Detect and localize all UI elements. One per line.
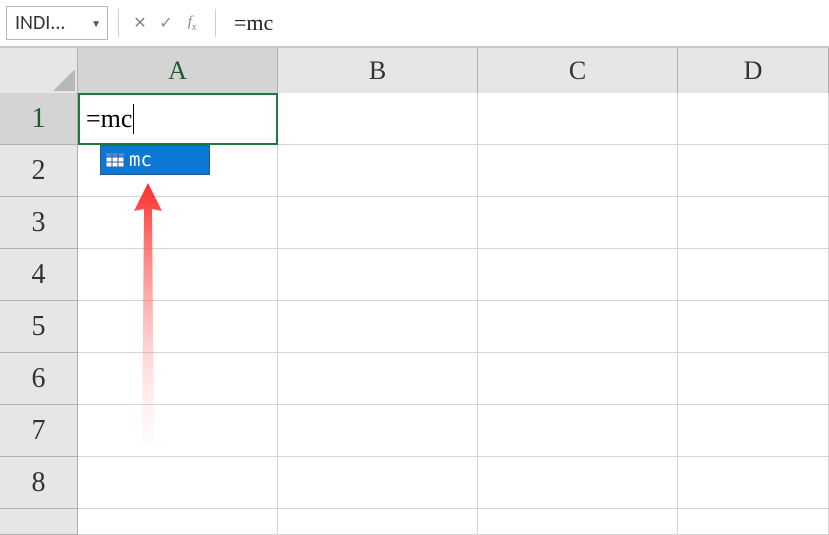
cell-d8[interactable] [678,457,829,509]
cell-c2[interactable] [478,145,678,197]
enter-button[interactable]: ✓ [153,10,179,36]
cell-b9[interactable] [278,509,478,535]
active-cell-a1[interactable]: =mc [78,93,278,145]
formula-autocomplete[interactable]: mc [100,145,210,175]
cell-c6[interactable] [478,353,678,405]
formula-bar: INDI... ▼ ✕ ✓ fx [0,0,829,48]
select-all-corner[interactable] [0,48,78,93]
cell-b6[interactable] [278,353,478,405]
row-header-1[interactable]: 1 [0,93,78,145]
cell-a5[interactable] [78,301,278,353]
row-header-8[interactable]: 8 [0,457,78,509]
named-range-icon [106,152,124,168]
separator [215,9,216,37]
cell-b8[interactable] [278,457,478,509]
select-all-triangle-icon [53,69,75,91]
cell-c5[interactable] [478,301,678,353]
row-header-5[interactable]: 5 [0,301,78,353]
row [0,509,829,535]
cell-b3[interactable] [278,197,478,249]
cell-c7[interactable] [478,405,678,457]
spreadsheet-grid: A B C D 1 2 3 4 [0,48,829,535]
column-headers: A B C D [0,48,829,93]
row: 3 [0,197,829,249]
cell-c4[interactable] [478,249,678,301]
check-icon: ✓ [159,13,172,33]
cell-d5[interactable] [678,301,829,353]
column-header-d[interactable]: D [678,48,829,93]
row-header-7[interactable]: 7 [0,405,78,457]
cell-b4[interactable] [278,249,478,301]
name-box[interactable]: INDI... ▼ [6,6,108,40]
row: 5 [0,301,829,353]
formula-input[interactable] [224,6,829,40]
name-box-text: INDI... [15,11,65,35]
row: 6 [0,353,829,405]
separator [118,9,119,37]
cell-a3[interactable] [78,197,278,249]
cell-a8[interactable] [78,457,278,509]
row-header-2[interactable]: 2 [0,145,78,197]
cell-c1[interactable] [478,93,678,145]
row-header-4[interactable]: 4 [0,249,78,301]
column-header-b[interactable]: B [278,48,478,93]
cell-d4[interactable] [678,249,829,301]
cell-b2[interactable] [278,145,478,197]
cell-a4[interactable] [78,249,278,301]
cell-d9[interactable] [678,509,829,535]
cell-b5[interactable] [278,301,478,353]
cell-a9[interactable] [78,509,278,535]
row-header-3[interactable]: 3 [0,197,78,249]
cell-c8[interactable] [478,457,678,509]
fx-icon: fx [188,14,197,33]
cell-d1[interactable] [678,93,829,145]
column-header-a[interactable]: A [78,48,278,93]
cell-d2[interactable] [678,145,829,197]
autocomplete-item-label: mc [129,149,152,171]
cell-d7[interactable] [678,405,829,457]
row-header-9[interactable] [0,509,78,535]
row: 7 [0,405,829,457]
cell-b7[interactable] [278,405,478,457]
row: 4 [0,249,829,301]
row-header-6[interactable]: 6 [0,353,78,405]
row: 8 [0,457,829,509]
cancel-button[interactable]: ✕ [127,10,153,36]
x-icon: ✕ [133,13,146,33]
cell-d6[interactable] [678,353,829,405]
cell-c3[interactable] [478,197,678,249]
active-cell-content: =mc [86,104,132,134]
cell-b1[interactable] [278,93,478,145]
chevron-down-icon: ▼ [91,17,101,30]
column-header-c[interactable]: C [478,48,678,93]
cell-a7[interactable] [78,405,278,457]
text-cursor [133,104,134,134]
insert-function-button[interactable]: fx [179,10,205,36]
cell-d3[interactable] [678,197,829,249]
cell-a6[interactable] [78,353,278,405]
cell-c9[interactable] [478,509,678,535]
